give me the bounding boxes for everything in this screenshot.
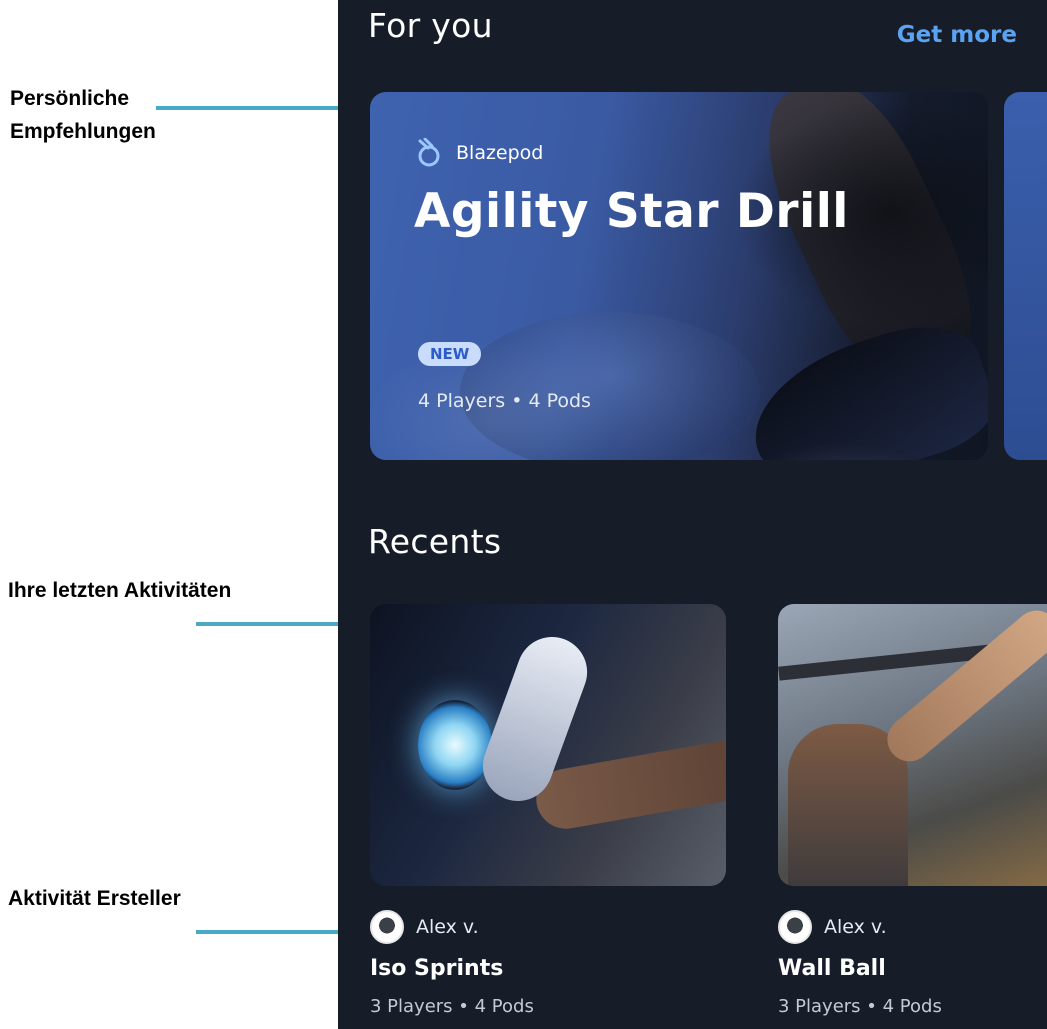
creator-row[interactable]: Alex v. bbox=[370, 910, 479, 944]
new-badge: NEW bbox=[418, 342, 482, 366]
brand-name: Blazepod bbox=[456, 142, 544, 164]
blazepod-logo-icon bbox=[418, 138, 440, 167]
creator-name: Alex v. bbox=[824, 916, 887, 938]
recent-activity-card-iso-sprints[interactable] bbox=[370, 604, 726, 886]
annotation-recommendations: Persönliche Empfehlungen bbox=[10, 87, 156, 143]
recents-title: Recents bbox=[368, 522, 502, 561]
featured-activity-title: Agility Star Drill bbox=[414, 184, 849, 239]
brand-row: Blazepod bbox=[416, 138, 543, 168]
for-you-title: For you bbox=[368, 6, 493, 45]
recent-activity-title: Iso Sprints bbox=[370, 956, 504, 981]
glowing-pod-image bbox=[418, 700, 492, 790]
recent-activity-card-wall-ball[interactable] bbox=[778, 604, 1047, 886]
annotated-screenshot: Persönliche Empfehlungen Ihre letzten Ak… bbox=[0, 0, 1047, 1029]
recent-activity-meta: 3 Players • 4 Pods bbox=[370, 996, 534, 1017]
annotation-recents: Ihre letzten Aktivitäten bbox=[8, 579, 232, 602]
next-featured-card-peek[interactable] bbox=[1004, 92, 1047, 460]
athlete-raised-arm-image bbox=[878, 604, 1047, 771]
creator-avatar bbox=[778, 910, 812, 944]
creator-name: Alex v. bbox=[416, 916, 479, 938]
recent-activity-title: Wall Ball bbox=[778, 956, 886, 981]
recent-activity-meta: 3 Players • 4 Pods bbox=[778, 996, 942, 1017]
featured-activity-meta: 4 Players • 4 Pods bbox=[418, 390, 591, 412]
get-more-link[interactable]: Get more bbox=[897, 22, 1017, 48]
annotation-creator: Aktivität Ersteller bbox=[8, 887, 181, 910]
creator-avatar bbox=[370, 910, 404, 944]
app-screen: For you Get more Blazepod Agility Star D… bbox=[338, 0, 1047, 1029]
creator-row[interactable]: Alex v. bbox=[778, 910, 887, 944]
